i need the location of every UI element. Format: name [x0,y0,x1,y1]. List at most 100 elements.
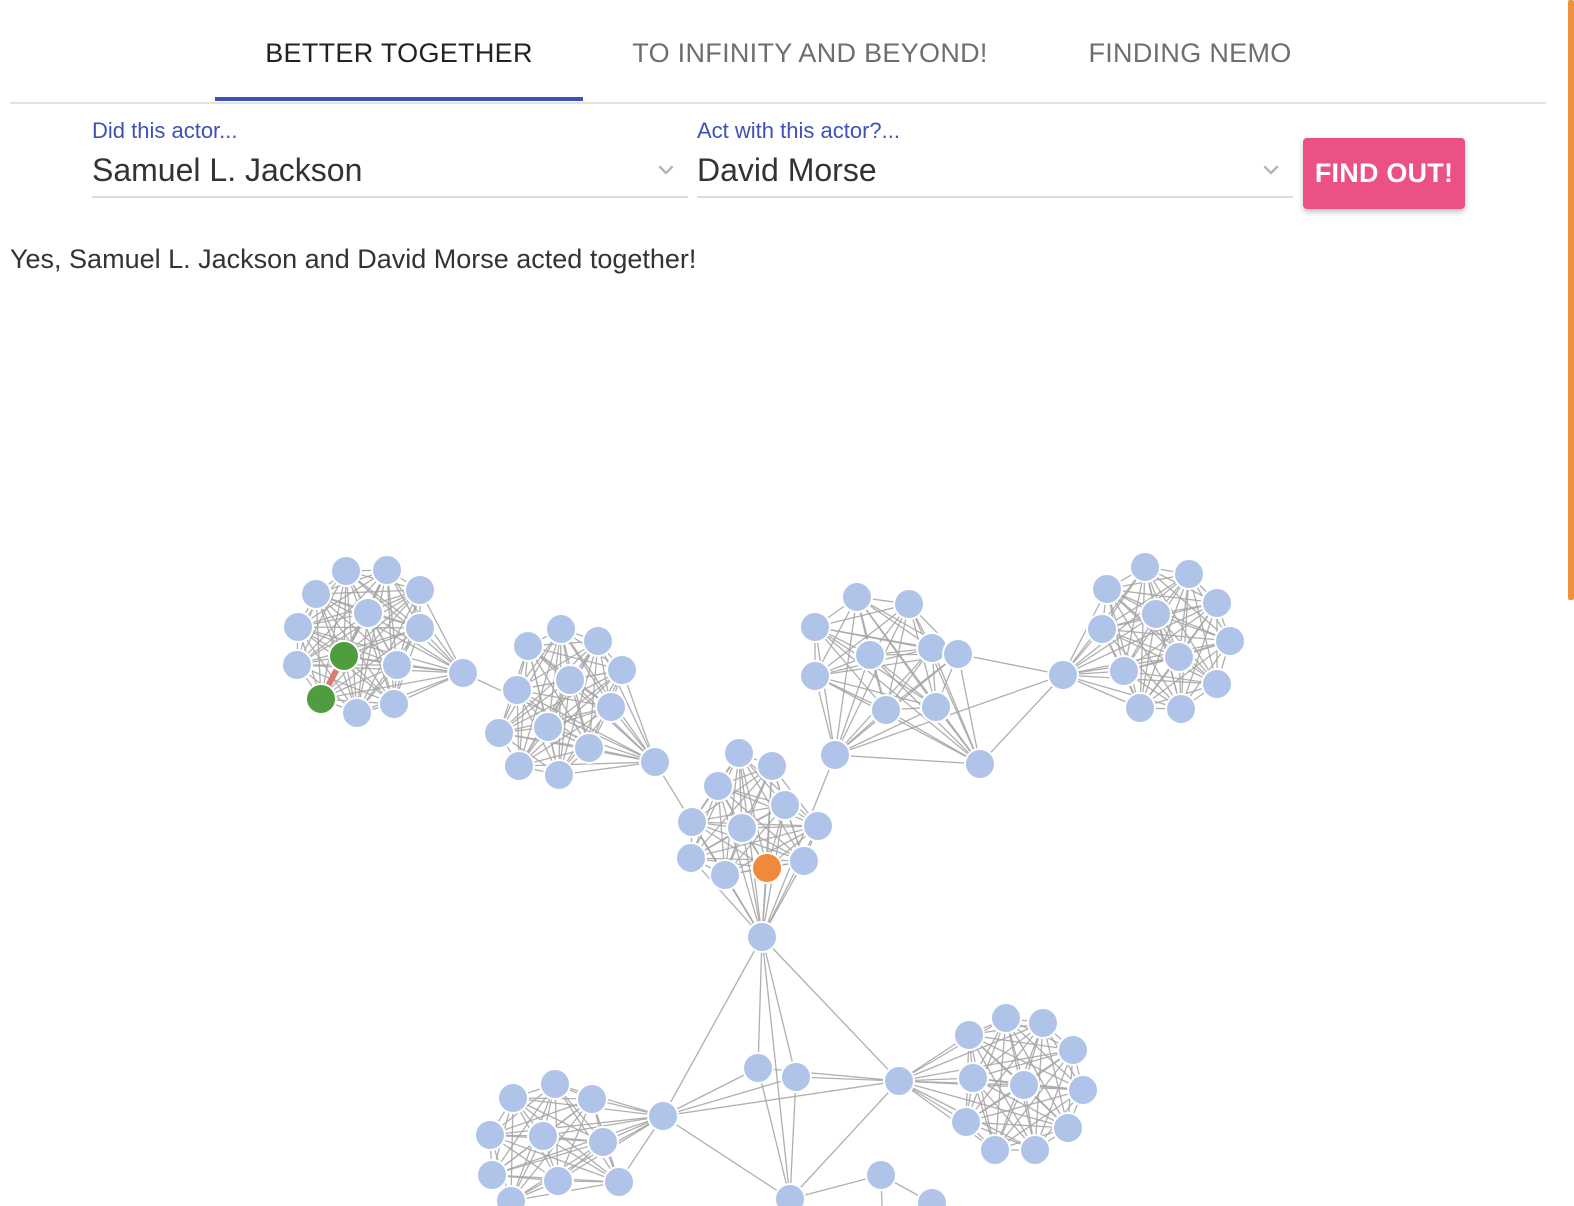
tab-better-together[interactable]: BETTER TOGETHER [215,0,583,102]
actor-node[interactable] [532,711,564,743]
actor-node[interactable] [1140,598,1172,630]
find-out-button[interactable]: FIND OUT! [1303,138,1465,209]
actor-node[interactable] [378,688,410,720]
actor-node[interactable] [675,842,707,874]
actor-node[interactable] [495,1185,527,1206]
actor-node[interactable] [953,1019,985,1051]
actor-node[interactable] [802,810,834,842]
chevron-down-icon[interactable] [1259,158,1283,182]
actor-node[interactable] [545,613,577,645]
actor-node[interactable] [352,597,384,629]
actor-node[interactable] [603,1166,635,1198]
actor-node[interactable] [595,691,627,723]
actor-node[interactable] [1163,641,1195,673]
actor-node[interactable] [639,746,671,778]
actor-node[interactable] [723,737,755,769]
actor-node[interactable] [780,1061,812,1093]
actor-node[interactable] [328,640,360,672]
actor-node[interactable] [371,554,403,586]
actor-node[interactable] [512,630,544,662]
actor-node[interactable] [282,611,314,643]
actor-node[interactable] [979,1134,1011,1166]
actor-node[interactable] [606,654,638,686]
actor-node[interactable] [676,806,708,838]
actor-node[interactable] [1129,551,1161,583]
actor-node[interactable] [539,1068,571,1100]
actor-node[interactable] [476,1159,508,1191]
scrollbar[interactable] [1566,0,1574,1206]
actor-node[interactable] [554,664,586,696]
actor-node[interactable] [497,1082,529,1114]
actor-node[interactable] [647,1100,679,1132]
actor-node[interactable] [341,697,373,729]
actor-node[interactable] [474,1119,506,1151]
actor-node[interactable] [942,638,974,670]
actor-node[interactable] [916,632,948,664]
scrollbar-thumb[interactable] [1568,0,1574,600]
actor-node[interactable] [756,750,788,782]
actor-node[interactable] [501,674,533,706]
actor-node[interactable] [576,1083,608,1115]
actor-node[interactable] [573,732,605,764]
actor-node[interactable] [381,649,413,681]
actor-node[interactable] [527,1120,559,1152]
actor-node[interactable] [709,859,741,891]
actor-node[interactable] [542,1165,574,1197]
actor-node[interactable] [726,812,758,844]
actor-node[interactable] [543,759,575,791]
actor-node[interactable] [1008,1069,1040,1101]
actor-node[interactable] [1019,1134,1051,1166]
actor2-select[interactable]: Act with this actor?... David Morse [697,118,1293,198]
actor-node[interactable] [916,1187,948,1206]
actor-node[interactable] [1086,613,1118,645]
actor-node[interactable] [1057,1034,1089,1066]
actor-node[interactable] [305,683,337,715]
actor-node[interactable] [799,660,831,692]
tab-finding-nemo[interactable]: FINDING NEMO [1060,0,1320,102]
actor-node[interactable] [404,612,436,644]
actor-node[interactable] [404,574,436,606]
actor-node[interactable] [1091,573,1123,605]
tab-to-infinity-and-beyond[interactable]: TO INFINITY AND BEYOND! [610,0,1010,102]
actor-node[interactable] [920,691,952,723]
actor-node[interactable] [1027,1007,1059,1039]
actor-node[interactable] [330,555,362,587]
actor-node[interactable] [742,1052,774,1084]
actor-node[interactable] [1214,625,1246,657]
actor-node[interactable] [746,921,778,953]
actor-node[interactable] [950,1106,982,1138]
actor-node[interactable] [964,748,996,780]
actor-node[interactable] [447,657,479,689]
actor-node[interactable] [841,581,873,613]
actor-node[interactable] [1124,692,1156,724]
actor-node[interactable] [774,1183,806,1206]
actor-node[interactable] [1052,1112,1084,1144]
actor-node[interactable] [1201,668,1233,700]
actor-node[interactable] [870,694,902,726]
actor-node[interactable] [1047,659,1079,691]
actor-node[interactable] [587,1126,619,1158]
actor-node[interactable] [1067,1074,1099,1106]
actor-node[interactable] [1173,558,1205,590]
actor-node[interactable] [819,739,851,771]
actor-node[interactable] [769,789,801,821]
actor-node[interactable] [788,845,820,877]
actor-node[interactable] [751,852,783,884]
actor-node[interactable] [1108,655,1140,687]
actor-node[interactable] [582,625,614,657]
actor-node[interactable] [1201,587,1233,619]
actor-node[interactable] [1165,693,1197,725]
actor-node[interactable] [893,588,925,620]
chevron-down-icon[interactable] [654,158,678,182]
actor-node[interactable] [883,1065,915,1097]
actor-node[interactable] [957,1062,989,1094]
actor-node[interactable] [990,1002,1022,1034]
actor-node[interactable] [281,649,313,681]
actor-node[interactable] [799,611,831,643]
actor-node[interactable] [300,578,332,610]
actor-node[interactable] [483,717,515,749]
actor-node[interactable] [865,1159,897,1191]
actor-node[interactable] [702,770,734,802]
actor-node[interactable] [503,750,535,782]
actor-node[interactable] [854,639,886,671]
